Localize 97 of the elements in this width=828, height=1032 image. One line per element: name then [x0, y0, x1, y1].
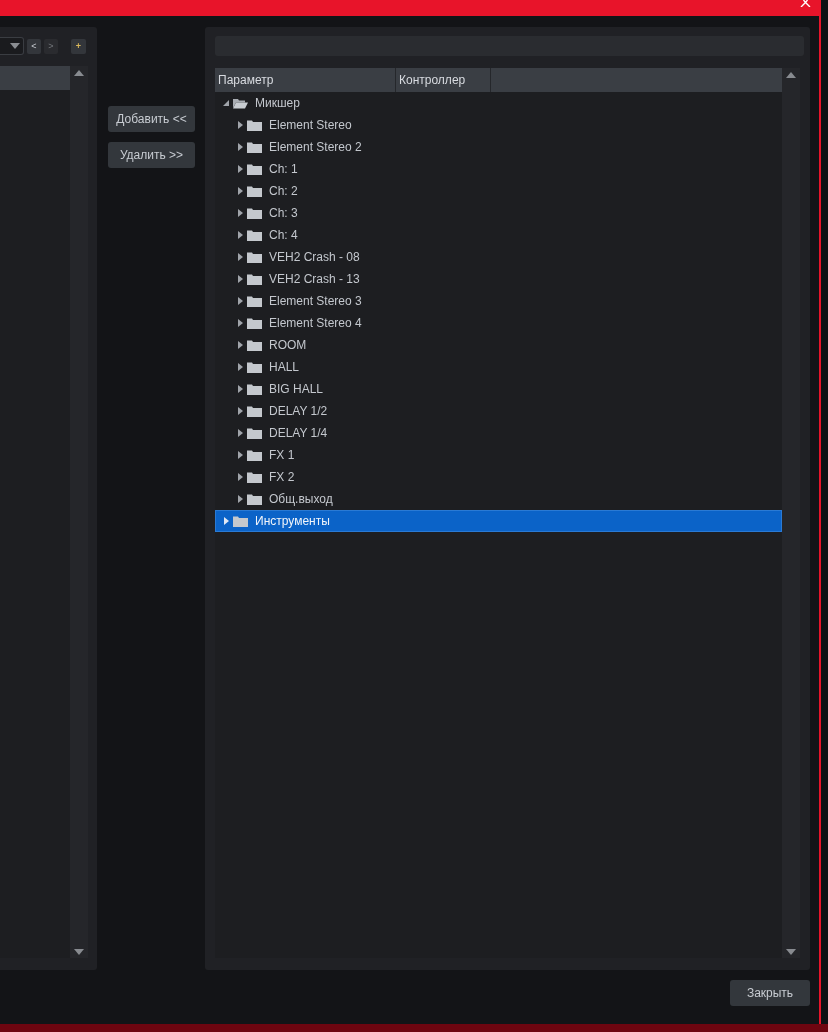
expand-icon[interactable] [236, 165, 244, 173]
tree-label: Инструменты [255, 514, 330, 528]
tree-row[interactable]: DELAY 1/2 [215, 400, 783, 422]
tree-label: DELAY 1/4 [269, 426, 328, 440]
tree-label: FX 2 [269, 470, 295, 484]
tree-label: FX 1 [269, 448, 295, 462]
tree-label: Element Stereo 4 [269, 316, 362, 330]
folder-icon [247, 119, 262, 131]
tree-row[interactable]: DELAY 1/4 [215, 422, 783, 444]
tree-row[interactable]: FX 2 [215, 466, 783, 488]
folder-icon [233, 515, 248, 527]
tree-label: Element Stereo [269, 118, 352, 132]
tree-label: Общ.выход [269, 492, 333, 506]
folder-icon [247, 471, 262, 483]
folder-icon [247, 229, 262, 241]
list-header [0, 66, 70, 90]
tree-label: HALL [269, 360, 300, 374]
expand-icon[interactable] [236, 385, 244, 393]
tree-row[interactable]: Ch: 2 [215, 180, 783, 202]
scrollbar[interactable] [782, 68, 800, 958]
folder-icon [247, 383, 262, 395]
tree-row[interactable]: FX 1 [215, 444, 783, 466]
tree-label: Ch: 1 [269, 162, 298, 176]
folder-icon [247, 185, 262, 197]
tree-label: BIG HALL [269, 382, 324, 396]
scroll-down-icon[interactable] [74, 948, 84, 956]
expand-icon[interactable] [236, 451, 244, 459]
expand-icon[interactable] [236, 473, 244, 481]
folder-icon [247, 427, 262, 439]
tree-label: Микшер [255, 96, 300, 110]
folder-icon [247, 317, 262, 329]
expand-icon[interactable] [236, 495, 244, 503]
folder-icon [247, 251, 262, 263]
tree-label: Ch: 3 [269, 206, 298, 220]
expand-icon[interactable] [236, 363, 244, 371]
expand-icon[interactable] [236, 143, 244, 151]
expand-icon[interactable] [222, 517, 230, 525]
caret-icon[interactable] [10, 42, 20, 50]
tree-row[interactable]: Микшер [215, 92, 783, 114]
tree-label: Element Stereo 3 [269, 294, 362, 308]
tree-label: Ch: 4 [269, 228, 298, 242]
tree-row[interactable]: Общ.выход [215, 488, 783, 510]
tree-row[interactable]: VEH2 Crash - 08 [215, 246, 783, 268]
expand-icon[interactable] [236, 209, 244, 217]
expand-icon[interactable] [236, 231, 244, 239]
tree-row[interactable]: Element Stereo 4 [215, 312, 783, 334]
nav-button[interactable]: < [27, 38, 41, 54]
tree-row[interactable]: Ch: 3 [215, 202, 783, 224]
expand-icon[interactable] [236, 121, 244, 129]
folder-icon [247, 361, 262, 373]
scrollbar[interactable] [70, 66, 88, 958]
tree-row[interactable]: VEH2 Crash - 13 [215, 268, 783, 290]
expand-icon[interactable] [236, 319, 244, 327]
close-button[interactable]: Закрыть [730, 980, 810, 1006]
expand-icon[interactable] [236, 253, 244, 261]
tree-label: ROOM [269, 338, 307, 352]
column-header[interactable]: Контроллер [396, 68, 491, 92]
scroll-up-icon[interactable] [786, 71, 797, 79]
close-icon[interactable] [800, 0, 811, 7]
tree-row[interactable]: Инструменты [215, 510, 783, 532]
tree-label: DELAY 1/2 [269, 404, 328, 418]
scroll-down-icon[interactable] [786, 948, 797, 956]
tree-row[interactable]: Element Stereo 3 [215, 290, 783, 312]
tree-row[interactable]: BIG HALL [215, 378, 783, 400]
column-header[interactable]: Параметр [215, 68, 396, 92]
tree-label: VEH2 Crash - 13 [269, 272, 360, 286]
expand-icon[interactable] [236, 275, 244, 283]
expand-icon[interactable] [236, 407, 244, 415]
dropdown[interactable] [0, 37, 24, 55]
tree-row[interactable]: Element Stereo [215, 114, 783, 136]
expand-icon[interactable] [236, 187, 244, 195]
folder-icon [247, 449, 262, 461]
folder-icon [247, 141, 262, 153]
folder-icon [247, 273, 262, 285]
folder-icon [233, 97, 248, 109]
expand-icon[interactable] [236, 297, 244, 305]
tree-row[interactable]: Ch: 4 [215, 224, 783, 246]
add-button[interactable]: + [71, 38, 86, 54]
collapse-icon[interactable] [222, 99, 230, 107]
folder-icon [247, 405, 262, 417]
transfer-button[interactable]: Добавить << [108, 106, 195, 132]
tree-label: VEH2 Crash - 08 [269, 250, 360, 264]
tree-label: Element Stereo 2 [269, 140, 362, 154]
tree-row[interactable]: HALL [215, 356, 783, 378]
folder-icon [247, 339, 262, 351]
tree-row[interactable]: Ch: 1 [215, 158, 783, 180]
transfer-button[interactable]: Удалить >> [108, 142, 195, 168]
expand-icon[interactable] [236, 429, 244, 437]
expand-icon[interactable] [236, 341, 244, 349]
tree-row[interactable]: ROOM [215, 334, 783, 356]
tree-row[interactable]: Element Stereo 2 [215, 136, 783, 158]
folder-icon [247, 207, 262, 219]
folder-icon [247, 493, 262, 505]
scroll-up-icon[interactable] [74, 69, 84, 77]
folder-icon [247, 295, 262, 307]
tree-label: Ch: 2 [269, 184, 298, 198]
folder-icon [247, 163, 262, 175]
